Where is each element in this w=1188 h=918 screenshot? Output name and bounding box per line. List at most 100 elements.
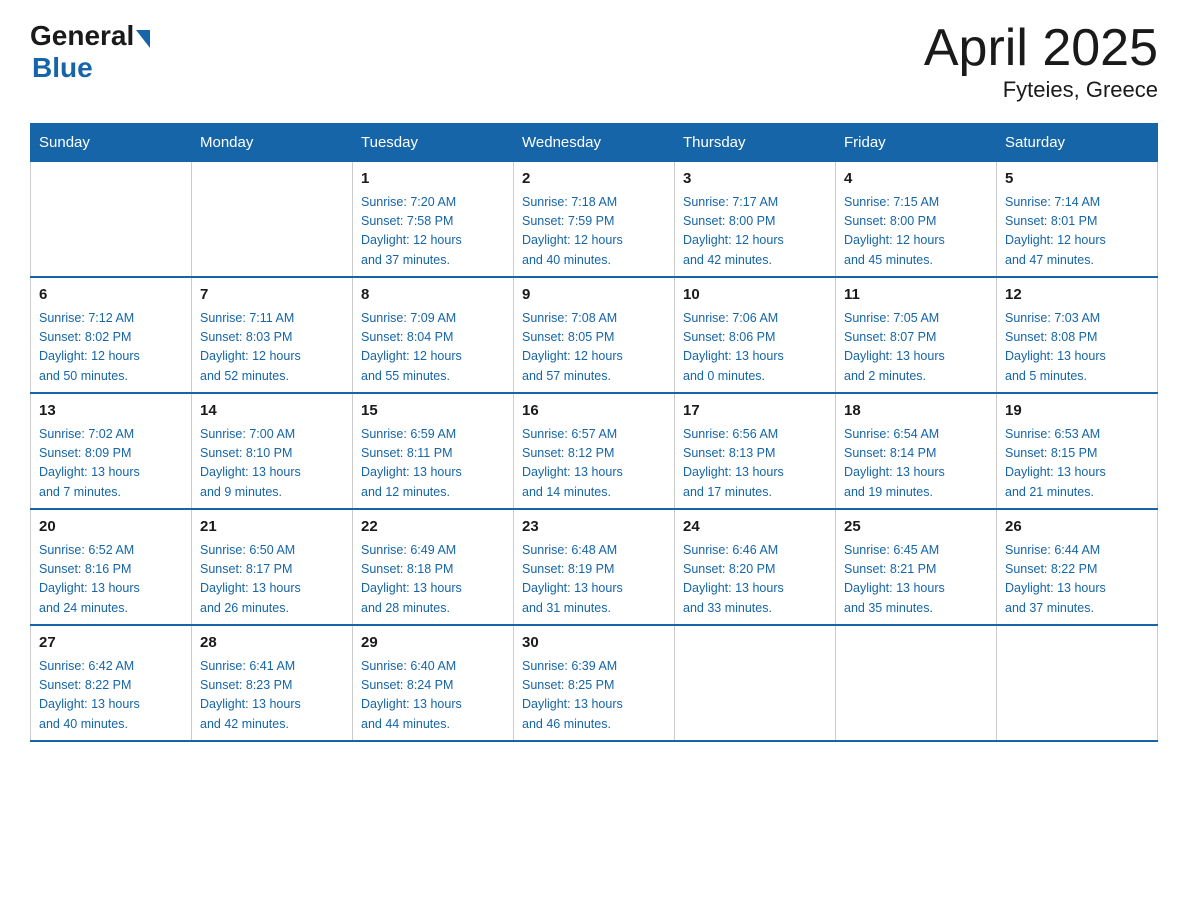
calendar-cell: 2Sunrise: 7:18 AMSunset: 7:59 PMDaylight… [514, 162, 675, 278]
day-info: Sunrise: 6:53 AMSunset: 8:15 PMDaylight:… [1005, 425, 1149, 503]
calendar-week-3: 13Sunrise: 7:02 AMSunset: 8:09 PMDayligh… [31, 393, 1158, 509]
day-number: 12 [1005, 284, 1149, 307]
calendar-cell: 18Sunrise: 6:54 AMSunset: 8:14 PMDayligh… [836, 393, 997, 509]
header-cell-friday: Friday [836, 124, 997, 162]
calendar-cell: 30Sunrise: 6:39 AMSunset: 8:25 PMDayligh… [514, 625, 675, 741]
day-info: Sunrise: 6:44 AMSunset: 8:22 PMDaylight:… [1005, 541, 1149, 619]
calendar-cell [836, 625, 997, 741]
calendar-title: April 2025 [924, 20, 1158, 77]
day-number: 7 [200, 284, 344, 307]
day-info: Sunrise: 7:08 AMSunset: 8:05 PMDaylight:… [522, 309, 666, 387]
calendar-cell: 17Sunrise: 6:56 AMSunset: 8:13 PMDayligh… [675, 393, 836, 509]
day-number: 16 [522, 400, 666, 423]
calendar-cell: 27Sunrise: 6:42 AMSunset: 8:22 PMDayligh… [31, 625, 192, 741]
calendar-cell: 8Sunrise: 7:09 AMSunset: 8:04 PMDaylight… [353, 277, 514, 393]
day-info: Sunrise: 7:03 AMSunset: 8:08 PMDaylight:… [1005, 309, 1149, 387]
calendar-cell: 21Sunrise: 6:50 AMSunset: 8:17 PMDayligh… [192, 509, 353, 625]
logo: General Blue [30, 20, 150, 84]
day-number: 10 [683, 284, 827, 307]
calendar-cell: 4Sunrise: 7:15 AMSunset: 8:00 PMDaylight… [836, 162, 997, 278]
header-cell-monday: Monday [192, 124, 353, 162]
day-info: Sunrise: 7:11 AMSunset: 8:03 PMDaylight:… [200, 309, 344, 387]
calendar-cell: 5Sunrise: 7:14 AMSunset: 8:01 PMDaylight… [997, 162, 1158, 278]
day-number: 17 [683, 400, 827, 423]
calendar-cell: 11Sunrise: 7:05 AMSunset: 8:07 PMDayligh… [836, 277, 997, 393]
day-number: 28 [200, 632, 344, 655]
calendar-cell: 15Sunrise: 6:59 AMSunset: 8:11 PMDayligh… [353, 393, 514, 509]
calendar-cell: 3Sunrise: 7:17 AMSunset: 8:00 PMDaylight… [675, 162, 836, 278]
day-number: 19 [1005, 400, 1149, 423]
calendar-cell [192, 162, 353, 278]
calendar-week-1: 1Sunrise: 7:20 AMSunset: 7:58 PMDaylight… [31, 162, 1158, 278]
day-info: Sunrise: 7:17 AMSunset: 8:00 PMDaylight:… [683, 193, 827, 271]
calendar-week-5: 27Sunrise: 6:42 AMSunset: 8:22 PMDayligh… [31, 625, 1158, 741]
day-number: 9 [522, 284, 666, 307]
day-info: Sunrise: 6:56 AMSunset: 8:13 PMDaylight:… [683, 425, 827, 503]
day-number: 2 [522, 168, 666, 191]
header-cell-sunday: Sunday [31, 124, 192, 162]
calendar-cell: 20Sunrise: 6:52 AMSunset: 8:16 PMDayligh… [31, 509, 192, 625]
calendar-header: SundayMondayTuesdayWednesdayThursdayFrid… [31, 124, 1158, 162]
day-number: 24 [683, 516, 827, 539]
day-info: Sunrise: 7:00 AMSunset: 8:10 PMDaylight:… [200, 425, 344, 503]
day-info: Sunrise: 6:50 AMSunset: 8:17 PMDaylight:… [200, 541, 344, 619]
calendar-cell: 6Sunrise: 7:12 AMSunset: 8:02 PMDaylight… [31, 277, 192, 393]
calendar-cell: 1Sunrise: 7:20 AMSunset: 7:58 PMDaylight… [353, 162, 514, 278]
logo-general: General [30, 20, 134, 52]
header-cell-wednesday: Wednesday [514, 124, 675, 162]
day-number: 27 [39, 632, 183, 655]
calendar-cell: 19Sunrise: 6:53 AMSunset: 8:15 PMDayligh… [997, 393, 1158, 509]
day-info: Sunrise: 7:12 AMSunset: 8:02 PMDaylight:… [39, 309, 183, 387]
calendar-cell: 22Sunrise: 6:49 AMSunset: 8:18 PMDayligh… [353, 509, 514, 625]
day-info: Sunrise: 7:06 AMSunset: 8:06 PMDaylight:… [683, 309, 827, 387]
day-info: Sunrise: 7:02 AMSunset: 8:09 PMDaylight:… [39, 425, 183, 503]
day-info: Sunrise: 6:39 AMSunset: 8:25 PMDaylight:… [522, 657, 666, 735]
day-number: 11 [844, 284, 988, 307]
day-number: 25 [844, 516, 988, 539]
day-info: Sunrise: 6:42 AMSunset: 8:22 PMDaylight:… [39, 657, 183, 735]
calendar-cell: 14Sunrise: 7:00 AMSunset: 8:10 PMDayligh… [192, 393, 353, 509]
day-number: 29 [361, 632, 505, 655]
day-number: 21 [200, 516, 344, 539]
calendar-week-4: 20Sunrise: 6:52 AMSunset: 8:16 PMDayligh… [31, 509, 1158, 625]
day-number: 8 [361, 284, 505, 307]
day-number: 4 [844, 168, 988, 191]
calendar-cell: 9Sunrise: 7:08 AMSunset: 8:05 PMDaylight… [514, 277, 675, 393]
day-info: Sunrise: 6:57 AMSunset: 8:12 PMDaylight:… [522, 425, 666, 503]
day-info: Sunrise: 7:20 AMSunset: 7:58 PMDaylight:… [361, 193, 505, 271]
day-number: 15 [361, 400, 505, 423]
day-info: Sunrise: 6:45 AMSunset: 8:21 PMDaylight:… [844, 541, 988, 619]
calendar-cell: 7Sunrise: 7:11 AMSunset: 8:03 PMDaylight… [192, 277, 353, 393]
day-info: Sunrise: 6:41 AMSunset: 8:23 PMDaylight:… [200, 657, 344, 735]
day-info: Sunrise: 6:52 AMSunset: 8:16 PMDaylight:… [39, 541, 183, 619]
day-info: Sunrise: 7:09 AMSunset: 8:04 PMDaylight:… [361, 309, 505, 387]
day-info: Sunrise: 6:49 AMSunset: 8:18 PMDaylight:… [361, 541, 505, 619]
calendar-cell [997, 625, 1158, 741]
day-info: Sunrise: 7:14 AMSunset: 8:01 PMDaylight:… [1005, 193, 1149, 271]
calendar-week-2: 6Sunrise: 7:12 AMSunset: 8:02 PMDaylight… [31, 277, 1158, 393]
logo-blue: Blue [32, 52, 150, 84]
day-info: Sunrise: 7:18 AMSunset: 7:59 PMDaylight:… [522, 193, 666, 271]
calendar-cell: 26Sunrise: 6:44 AMSunset: 8:22 PMDayligh… [997, 509, 1158, 625]
header-row: SundayMondayTuesdayWednesdayThursdayFrid… [31, 124, 1158, 162]
day-number: 23 [522, 516, 666, 539]
day-info: Sunrise: 6:40 AMSunset: 8:24 PMDaylight:… [361, 657, 505, 735]
header-cell-tuesday: Tuesday [353, 124, 514, 162]
day-info: Sunrise: 6:54 AMSunset: 8:14 PMDaylight:… [844, 425, 988, 503]
calendar-cell: 16Sunrise: 6:57 AMSunset: 8:12 PMDayligh… [514, 393, 675, 509]
day-number: 26 [1005, 516, 1149, 539]
day-info: Sunrise: 7:05 AMSunset: 8:07 PMDaylight:… [844, 309, 988, 387]
day-number: 18 [844, 400, 988, 423]
page-header: General Blue April 2025 Fyteies, Greece [30, 20, 1158, 103]
logo-arrow-icon [136, 30, 150, 48]
day-number: 14 [200, 400, 344, 423]
day-info: Sunrise: 7:15 AMSunset: 8:00 PMDaylight:… [844, 193, 988, 271]
day-number: 30 [522, 632, 666, 655]
calendar-cell: 25Sunrise: 6:45 AMSunset: 8:21 PMDayligh… [836, 509, 997, 625]
day-info: Sunrise: 6:46 AMSunset: 8:20 PMDaylight:… [683, 541, 827, 619]
calendar-cell: 10Sunrise: 7:06 AMSunset: 8:06 PMDayligh… [675, 277, 836, 393]
calendar-cell: 28Sunrise: 6:41 AMSunset: 8:23 PMDayligh… [192, 625, 353, 741]
day-number: 22 [361, 516, 505, 539]
day-number: 1 [361, 168, 505, 191]
calendar-cell: 24Sunrise: 6:46 AMSunset: 8:20 PMDayligh… [675, 509, 836, 625]
